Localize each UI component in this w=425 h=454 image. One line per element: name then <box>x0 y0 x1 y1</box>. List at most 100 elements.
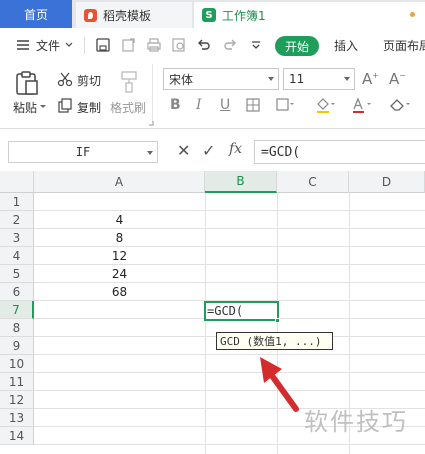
format-painter-label[interactable]: 格式刷 <box>110 99 146 116</box>
gridline <box>34 390 425 391</box>
cell-a3[interactable]: 8 <box>34 229 205 247</box>
column-header-c[interactable]: C <box>277 171 349 193</box>
tab-start[interactable]: 开始 <box>275 36 319 56</box>
red-arrow-annotation <box>260 357 299 412</box>
formula-bar: IF ✕ ✓ fx =GCD( <box>0 129 425 171</box>
font-color-icon[interactable] <box>350 96 372 114</box>
row-header[interactable]: 11 <box>0 373 34 391</box>
tab-bar: 首页 稻壳模板 S 工作簿1 <box>0 0 425 28</box>
italic-button[interactable]: I <box>196 97 202 113</box>
dialog-launcher-icon[interactable] <box>148 120 154 126</box>
row-header[interactable]: 3 <box>0 229 34 247</box>
fill-handle[interactable] <box>275 318 280 323</box>
redo-icon[interactable] <box>222 37 238 53</box>
row-header[interactable]: 13 <box>0 409 34 427</box>
row-header[interactable]: 9 <box>0 337 34 355</box>
copy-button[interactable]: 复制 <box>77 99 101 116</box>
insert-function-button[interactable]: fx <box>229 141 242 157</box>
cell-a2[interactable]: 4 <box>34 211 205 229</box>
row-header[interactable]: 6 <box>0 283 34 301</box>
watermark: 软件技巧 <box>304 408 408 436</box>
chevron-down-icon <box>344 77 350 81</box>
tab-workbook[interactable]: S 工作簿1 <box>194 2 425 28</box>
chevron-down-icon <box>147 151 153 155</box>
cell-a6[interactable]: 68 <box>34 283 205 301</box>
cancel-icon[interactable]: ✕ <box>177 141 190 160</box>
divider <box>84 37 85 54</box>
function-tooltip: GCD (数值1, ...) <box>216 332 333 350</box>
confirm-icon[interactable]: ✓ <box>202 141 215 160</box>
fill-color-icon[interactable] <box>314 96 336 114</box>
active-cell-text: =GCD( <box>207 304 244 318</box>
name-box[interactable]: IF <box>8 141 158 163</box>
spreadsheet-logo-icon: S <box>202 8 216 22</box>
gridline <box>205 193 206 454</box>
gridline <box>277 193 278 454</box>
formula-text: =GCD( <box>261 144 301 160</box>
row-header[interactable]: 14 <box>0 427 34 445</box>
cell-a5[interactable]: 24 <box>34 265 205 283</box>
paste-label[interactable]: 粘贴 <box>13 99 37 116</box>
tab-docer-templates[interactable]: 稻壳模板 <box>76 2 192 28</box>
borders-icon[interactable] <box>245 97 261 113</box>
export-icon[interactable] <box>121 37 137 53</box>
column-header-a[interactable]: A <box>34 171 205 193</box>
column-header-b[interactable]: B <box>205 171 277 193</box>
row-header[interactable]: 12 <box>0 391 34 409</box>
print-preview-icon[interactable] <box>171 37 187 53</box>
tab-workbook-label: 工作簿1 <box>222 8 266 23</box>
gridline <box>34 372 425 373</box>
bold-button[interactable]: B <box>170 97 181 113</box>
scissors-icon[interactable] <box>57 71 73 87</box>
divider <box>152 64 153 122</box>
docer-logo-icon <box>84 8 97 22</box>
row-header[interactable]: 1 <box>0 193 34 211</box>
row-header[interactable]: 8 <box>0 319 34 337</box>
tab-page-layout[interactable]: 页面布局 <box>383 37 425 54</box>
column-header-d[interactable]: D <box>349 171 425 193</box>
row-header[interactable]: 4 <box>0 247 34 265</box>
row-header-active[interactable]: 7 <box>0 301 34 319</box>
font-name-select[interactable]: 宋体 <box>163 68 279 90</box>
row-header[interactable]: 10 <box>0 355 34 373</box>
customize-toolbar-icon[interactable] <box>248 37 264 53</box>
ribbon: 粘贴 剪切 复制 格式刷 宋体 11 A+ A− <box>0 64 425 126</box>
cut-button[interactable]: 剪切 <box>77 72 101 89</box>
font-size-select[interactable]: 11 <box>283 68 355 90</box>
tab-insert[interactable]: 插入 <box>334 37 358 54</box>
row-header[interactable]: 2 <box>0 211 34 229</box>
menu-bar: 文件 开始 插入 页面布局 <box>0 28 425 64</box>
increase-font-icon[interactable]: A+ <box>362 70 379 88</box>
paste-icon[interactable] <box>14 70 40 96</box>
name-box-value: IF <box>75 145 91 159</box>
copy-icon[interactable] <box>57 98 73 114</box>
format-painter-icon[interactable] <box>118 70 140 94</box>
tab-start-label: 开始 <box>284 39 309 54</box>
font-name-value: 宋体 <box>169 72 194 87</box>
formula-input[interactable]: =GCD( <box>254 140 425 164</box>
menu-file[interactable]: 文件 <box>36 37 60 54</box>
spreadsheet-grid: A B C D 1 2 3 4 5 6 7 8 9 10 11 12 13 14… <box>0 171 425 454</box>
decrease-font-icon[interactable]: A− <box>389 70 406 88</box>
chevron-down-icon <box>268 77 274 81</box>
gridline <box>34 354 425 355</box>
undo-icon[interactable] <box>196 37 212 53</box>
active-cell-b7[interactable]: =GCD( <box>204 301 279 321</box>
underline-button[interactable]: U <box>220 97 230 113</box>
cell-style-icon[interactable] <box>275 97 295 113</box>
tab-home-label: 首页 <box>23 7 48 22</box>
tab-home[interactable]: 首页 <box>0 0 72 28</box>
cell-a4[interactable]: 12 <box>34 247 205 265</box>
notification-dot <box>410 12 415 17</box>
select-all-corner[interactable] <box>0 171 34 193</box>
hamburger-menu-icon[interactable] <box>15 37 31 53</box>
print-icon[interactable] <box>146 37 162 53</box>
paste-dropdown-icon[interactable] <box>39 104 47 110</box>
chevron-down-icon[interactable] <box>64 41 74 49</box>
gridline <box>34 444 425 445</box>
font-size-value: 11 <box>289 72 305 86</box>
save-icon[interactable] <box>95 37 111 53</box>
row-header[interactable]: 5 <box>0 265 34 283</box>
function-tooltip-text: GCD (数值1, ...) <box>220 335 322 348</box>
clear-format-icon[interactable] <box>387 96 411 114</box>
